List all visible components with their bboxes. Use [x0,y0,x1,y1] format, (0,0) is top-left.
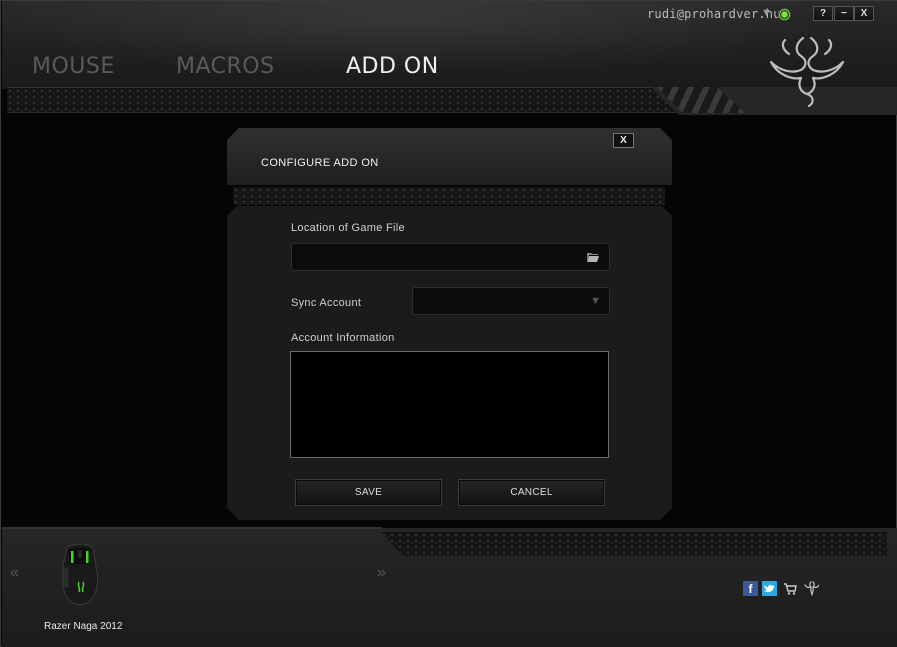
dialog-close-button[interactable]: X [613,133,634,148]
user-dropdown-caret-icon[interactable]: ▼ [761,7,772,19]
razer-logo-icon [769,36,845,108]
device-bar-divider [2,527,382,529]
facebook-icon[interactable]: f [743,581,758,596]
close-window-button[interactable]: X [854,6,874,21]
prev-device-arrow-icon[interactable]: « [10,564,19,582]
device-bar-hex-strip [381,532,887,556]
tab-add-on[interactable]: ADD ON [346,54,439,79]
location-field [291,243,610,271]
help-button[interactable]: ? [813,6,833,21]
sync-account-select[interactable]: ▼ [412,287,610,315]
online-status-icon [778,8,791,21]
save-button[interactable]: SAVE [295,479,442,506]
dialog-hex-strip [233,187,665,205]
chevron-down-icon: ▼ [590,295,601,307]
twitter-icon[interactable] [762,581,777,596]
tab-macros[interactable]: MACROS [176,54,275,79]
next-device-arrow-icon[interactable]: » [377,564,386,582]
sync-account-label: Sync Account [291,297,362,309]
razer-icon[interactable] [804,581,819,596]
cart-icon[interactable] [783,581,798,596]
tab-mouse[interactable]: MOUSE [32,54,115,79]
account-info-textarea[interactable] [290,351,609,458]
minimize-button[interactable]: − [834,6,854,21]
dialog-title: CONFIGURE ADD ON [261,157,379,169]
device-name: Razer Naga 2012 [44,621,123,632]
app-window: MOUSE MACROS ADD ON rudi@prohardver.hu ▼… [0,0,897,647]
account-info-label: Account Information [291,332,395,344]
cancel-button[interactable]: CANCEL [458,479,605,506]
folder-open-icon[interactable] [587,252,599,262]
location-input[interactable] [292,244,609,270]
mouse-device-icon[interactable] [57,542,103,606]
location-label: Location of Game File [291,222,405,234]
